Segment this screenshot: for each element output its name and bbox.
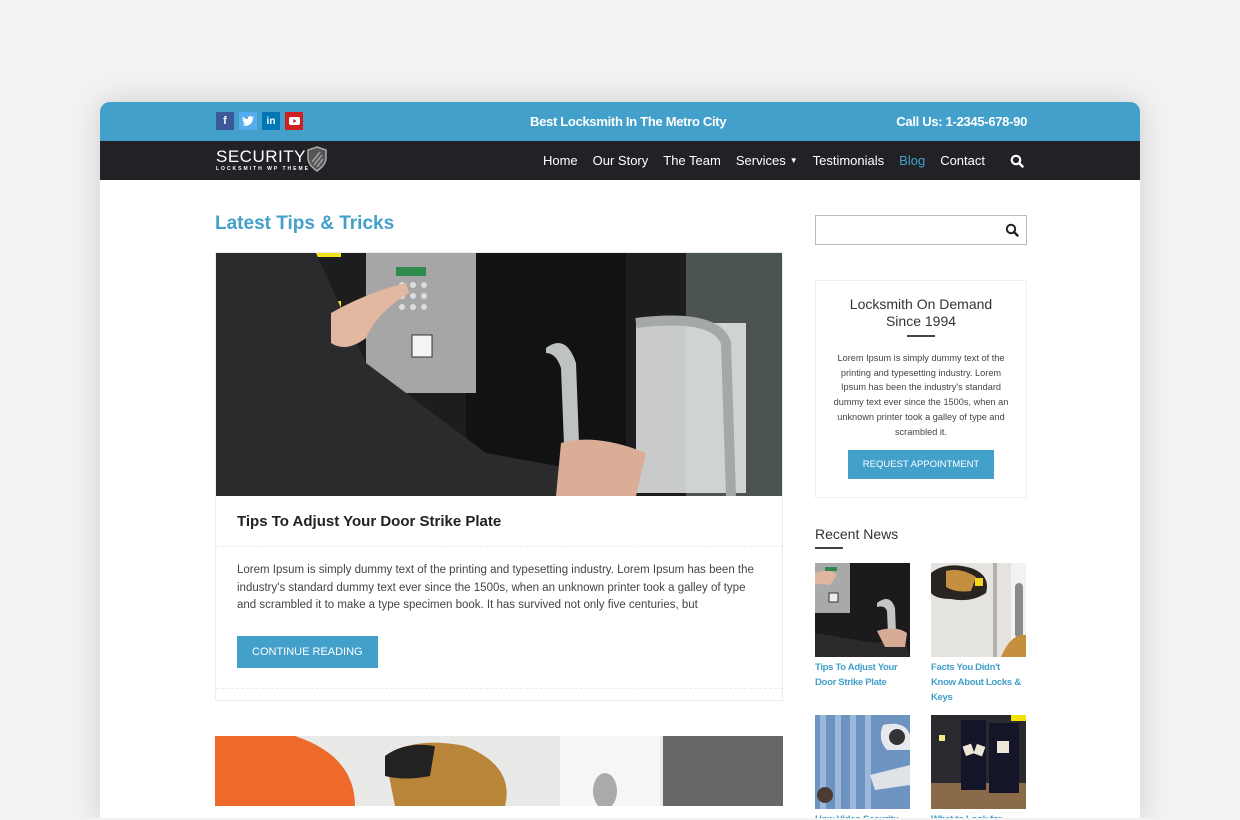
post-image[interactable] [216, 253, 782, 496]
title-underline [907, 335, 935, 337]
keypad-door-illustration [216, 253, 782, 496]
widget-title-line2: Since 1994 [885, 313, 957, 329]
phone-number[interactable]: Call Us: 1-2345-678-90 [896, 114, 1027, 129]
blog-post: Tips To Adjust Your Door Strike Plate Lo… [215, 252, 783, 701]
logo-title: SECURITY [216, 147, 306, 166]
request-appointment-button[interactable]: Request Appointment [847, 450, 995, 480]
nav-contact[interactable]: Contact [940, 153, 985, 168]
recent-news-grid: Tips To Adjust Your Door Strike Plate Fa… [815, 563, 1027, 820]
section-title: Latest Tips & Tricks [215, 213, 395, 234]
nav-home[interactable]: Home [543, 153, 578, 168]
caret-down-icon: ▼ [789, 156, 798, 165]
news-item[interactable]: Facts You Didn't Know About Locks & Keys [931, 563, 1026, 705]
top-bar: f in Best Locksmith In The Metro City Ca… [100, 102, 1140, 141]
post-excerpt: Lorem Ipsum is simply dummy text of the … [237, 564, 754, 611]
sidebar: Locksmith On Demand Since 1994 Lorem Ips… [815, 215, 1027, 820]
nav-services-label: Services [735, 153, 786, 168]
search-input[interactable] [816, 216, 1026, 244]
news-caption[interactable]: Facts You Didn't Know About Locks & Keys [931, 660, 1026, 705]
recent-news-title: Recent News [815, 526, 899, 543]
search-icon[interactable] [1010, 154, 1024, 168]
news-item[interactable]: Tips To Adjust Your Door Strike Plate [815, 563, 910, 705]
youtube-icon[interactable] [285, 112, 303, 130]
about-widget: Locksmith On Demand Since 1994 Lorem Ips… [815, 280, 1027, 499]
facebook-icon[interactable]: f [216, 112, 234, 130]
news-thumbnail[interactable] [931, 563, 1026, 658]
sidebar-search [815, 215, 1027, 245]
glove-lock-illustration [215, 735, 783, 806]
nav-services[interactable]: Services ▼ [736, 153, 798, 168]
nav-the-team[interactable]: The Team [663, 153, 721, 168]
nav-testimonials[interactable]: Testimonials [813, 153, 885, 168]
widget-title: Locksmith On Demand Since 1994 [830, 296, 1012, 330]
main-content: Latest Tips & Tricks Tips To Adjust Your… [215, 180, 783, 806]
social-links: f in [216, 112, 303, 130]
news-item[interactable]: What to Look for... [931, 715, 1026, 820]
post-footer-divider [216, 687, 782, 700]
news-thumbnail[interactable] [931, 715, 1026, 810]
nav-our-story[interactable]: Our Story [593, 153, 649, 168]
nav-blog[interactable]: Blog [899, 153, 925, 168]
news-caption[interactable]: Tips To Adjust Your Door Strike Plate [815, 660, 910, 690]
widget-text: Lorem Ipsum is simply dummy text of the … [833, 353, 1009, 437]
twitter-icon[interactable] [239, 112, 257, 130]
news-thumbnail[interactable] [815, 563, 910, 658]
linkedin-icon[interactable]: in [262, 112, 280, 130]
news-thumbnail[interactable] [815, 715, 910, 810]
shield-icon [307, 146, 327, 172]
main-navbar: SECURITY LOCKSMITH WP THEME Home Our Sto… [100, 141, 1140, 180]
post-title[interactable]: Tips To Adjust Your Door Strike Plate [216, 496, 782, 547]
tagline: Best Locksmith In The Metro City [530, 114, 727, 129]
news-item[interactable]: How Video Security... [815, 715, 910, 820]
recent-news-underline [815, 547, 843, 550]
continue-reading-button[interactable]: Continue Reading [237, 635, 378, 668]
browser-frame: f in Best Locksmith In The Metro City Ca… [100, 102, 1140, 820]
site-logo[interactable]: SECURITY LOCKSMITH WP THEME [216, 146, 327, 172]
search-icon[interactable] [1005, 223, 1019, 242]
next-post-image[interactable] [215, 735, 783, 806]
logo-subtitle: LOCKSMITH WP THEME [216, 166, 310, 172]
main-nav: Home Our Story The Team Services ▼ Testim… [528, 141, 1024, 180]
widget-title-line1: Locksmith On Demand [849, 296, 993, 312]
